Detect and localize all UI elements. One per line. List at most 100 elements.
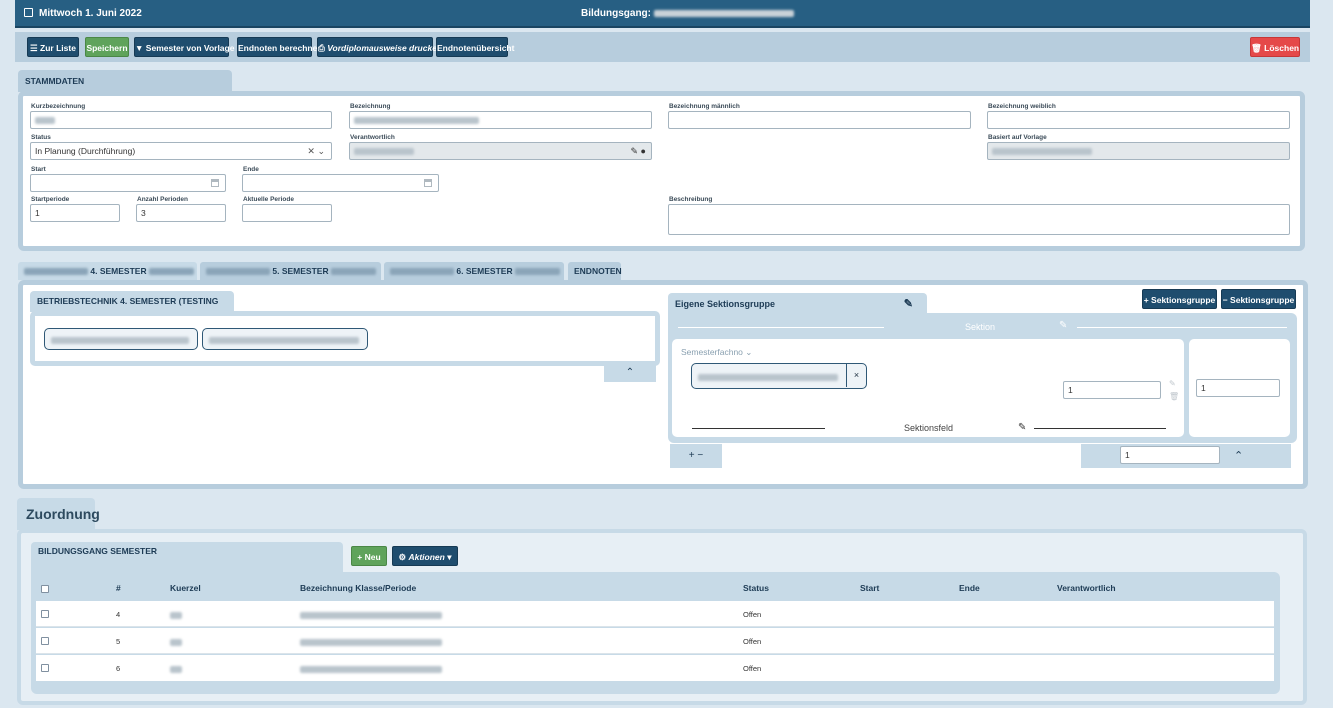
- fach-chip-2-text-redacted: [209, 337, 359, 345]
- calculate-grades-button[interactable]: Endnoten berechnen: [237, 37, 323, 57]
- new-label: Neu: [364, 552, 381, 562]
- edit-icon[interactable]: ✎: [1169, 379, 1176, 388]
- tab-suffix-redacted: [148, 268, 194, 276]
- tab-endnoten-label: ENDNOTEN: [574, 266, 622, 276]
- column-header-start: Start: [860, 583, 880, 593]
- verantwortlich-input[interactable]: ✎ ●: [349, 142, 652, 160]
- row-checkbox[interactable]: [41, 610, 49, 618]
- sektion-side-input[interactable]: 1: [1196, 379, 1280, 397]
- clear-and-chevron-down-icon[interactable]: ✕ ⌄: [307, 143, 325, 159]
- tab-semester-5-label: 5. SEMESTER: [272, 266, 329, 276]
- select-all-checkbox[interactable]: [41, 585, 49, 593]
- beschreibung-textarea[interactable]: [668, 204, 1290, 235]
- sektion-fach-chip[interactable]: ×: [691, 363, 867, 389]
- startperiode-label: Startperiode: [31, 196, 70, 203]
- delete-button[interactable]: 🗑 Löschen: [1250, 37, 1300, 57]
- table-row[interactable]: 4 Offen: [36, 601, 1274, 627]
- trash-icon[interactable]: 🗑: [1169, 392, 1179, 401]
- aktuelle-periode-input[interactable]: [242, 204, 332, 222]
- aktuelle-periode-label: Aktuelle Periode: [243, 196, 294, 203]
- zuordnung-title: Zuordnung: [26, 506, 100, 522]
- print-certificates-button[interactable]: ⎙ Vordiplomausweise drucken: [317, 37, 442, 57]
- fach-chip-1-text-redacted: [51, 337, 189, 345]
- start-date-input[interactable]: [30, 174, 226, 192]
- calendar-icon[interactable]: [424, 179, 432, 187]
- row-status: Offen: [743, 637, 762, 646]
- collapse-button[interactable]: ⌃: [604, 364, 656, 382]
- row-bezeichnung-redacted: [300, 611, 442, 619]
- basiert-label: Basiert auf Vorlage: [988, 134, 1047, 141]
- print-icon: ⎙: [318, 43, 325, 53]
- bezeichnung-weiblich-input[interactable]: [987, 111, 1290, 129]
- tab-endnoten[interactable]: ENDNOTEN: [568, 262, 622, 280]
- tab-semester-4-label: 4. SEMESTER: [90, 266, 147, 276]
- table-row[interactable]: 6 Offen: [36, 655, 1274, 681]
- status-select[interactable]: In Planung (Durchführung) ✕ ⌄: [30, 142, 332, 160]
- semester-from-template-button[interactable]: ▼ Semester von Vorlage: [134, 37, 234, 57]
- basiert-input: [987, 142, 1290, 160]
- bezeichnung-label: Bezeichnung: [350, 103, 391, 110]
- row-status: Offen: [743, 664, 762, 673]
- sektion-value-input[interactable]: 1: [1063, 381, 1161, 399]
- fach-chip-1[interactable]: [44, 328, 198, 350]
- zuordnung-tab: Zuordnung: [17, 498, 100, 530]
- tab-semester-6[interactable]: 6. SEMESTER: [384, 262, 564, 280]
- kurzbezeichnung-value-redacted: [35, 117, 55, 125]
- semesterfachno-label: Semesterfachno: [681, 347, 743, 357]
- bezeichnung-input[interactable]: [349, 111, 652, 129]
- remove-sektionsgruppe-button[interactable]: − Sektionsgruppe: [1221, 289, 1296, 309]
- sektion-divider-right: [1077, 327, 1287, 328]
- row-checkbox[interactable]: [41, 664, 49, 672]
- startperiode-input[interactable]: 1: [30, 204, 120, 222]
- fach-chip-2[interactable]: [202, 328, 368, 350]
- anzahl-perioden-input[interactable]: 3: [136, 204, 226, 222]
- calendar-icon[interactable]: [211, 179, 219, 187]
- add-sektionsgruppe-button[interactable]: + Sektionsgruppe: [1142, 289, 1217, 309]
- minus-icon: −: [1222, 295, 1228, 305]
- row-status: Offen: [743, 610, 762, 619]
- end-date-input[interactable]: [242, 174, 439, 192]
- edit-pencil-icon[interactable]: ✎: [1018, 422, 1026, 433]
- sektionsgruppe-title: Eigene Sektionsgruppe: [675, 299, 776, 309]
- current-date: Mittwoch 1. Juni 2022: [24, 8, 142, 19]
- row-kuerzel-redacted: [170, 665, 182, 673]
- edit-pencil-icon[interactable]: ✎: [904, 293, 913, 315]
- plus-minus-label: + −: [688, 450, 704, 461]
- startperiode-value: 1: [35, 208, 40, 218]
- date-text: Mittwoch 1. Juni 2022: [39, 8, 142, 19]
- caret-down-icon: ▾: [447, 552, 452, 562]
- chevron-down-icon: ⌄: [745, 347, 753, 357]
- table-row[interactable]: 5 Offen: [36, 628, 1274, 654]
- tab-prefix-redacted: [390, 268, 454, 276]
- row-kuerzel-redacted: [170, 638, 182, 646]
- sektion-side-value: 1: [1201, 383, 1206, 393]
- bildungsgang-semester-header: BILDUNGSGANG SEMESTER: [31, 542, 343, 572]
- actions-dropdown[interactable]: ⚙ Aktionen ▾: [392, 546, 458, 566]
- semesterfachno-dropdown[interactable]: Semesterfachno ⌄: [681, 347, 752, 358]
- new-button[interactable]: + Neu: [351, 546, 387, 566]
- tab-semester-5[interactable]: 5. SEMESTER: [200, 262, 381, 280]
- grades-overview-button[interactable]: Endnotenübersicht: [436, 37, 514, 57]
- actions-label: Aktionen: [408, 552, 445, 562]
- start-label: Start: [31, 166, 46, 173]
- tab-semester-4[interactable]: 4. SEMESTER: [18, 262, 197, 280]
- column-header-bezeichnung: Bezeichnung Klasse/Periode: [300, 583, 417, 593]
- column-header-ende: Ende: [959, 583, 980, 593]
- sektion-fach-chip-text-redacted: [698, 374, 838, 382]
- edit-pencil-icon[interactable]: ✎: [1059, 320, 1067, 331]
- sektionsgruppe-header: Eigene Sektionsgruppe ✎: [668, 293, 927, 315]
- back-to-list-button[interactable]: ☰ Zur Liste: [27, 37, 79, 57]
- bezeichnung-maennlich-input[interactable]: [668, 111, 971, 129]
- row-number: 6: [116, 664, 121, 673]
- remove-chip-icon[interactable]: ×: [846, 364, 866, 387]
- chevron-up-icon[interactable]: ⌃: [1234, 449, 1243, 462]
- kurzbezeichnung-input[interactable]: [30, 111, 332, 129]
- edit-pencil-icon[interactable]: ✎ ●: [631, 143, 646, 159]
- save-button[interactable]: Speichern: [85, 37, 129, 57]
- stammdaten-title: STAMMDATEN: [25, 76, 85, 86]
- sektionsgruppe-footer-input[interactable]: 1: [1120, 446, 1220, 464]
- tab-suffix-redacted: [514, 268, 560, 276]
- bildungsgang-title: Bildungsgang:: [581, 8, 794, 19]
- plus-minus-controls[interactable]: + −: [670, 444, 722, 468]
- row-checkbox[interactable]: [41, 637, 49, 645]
